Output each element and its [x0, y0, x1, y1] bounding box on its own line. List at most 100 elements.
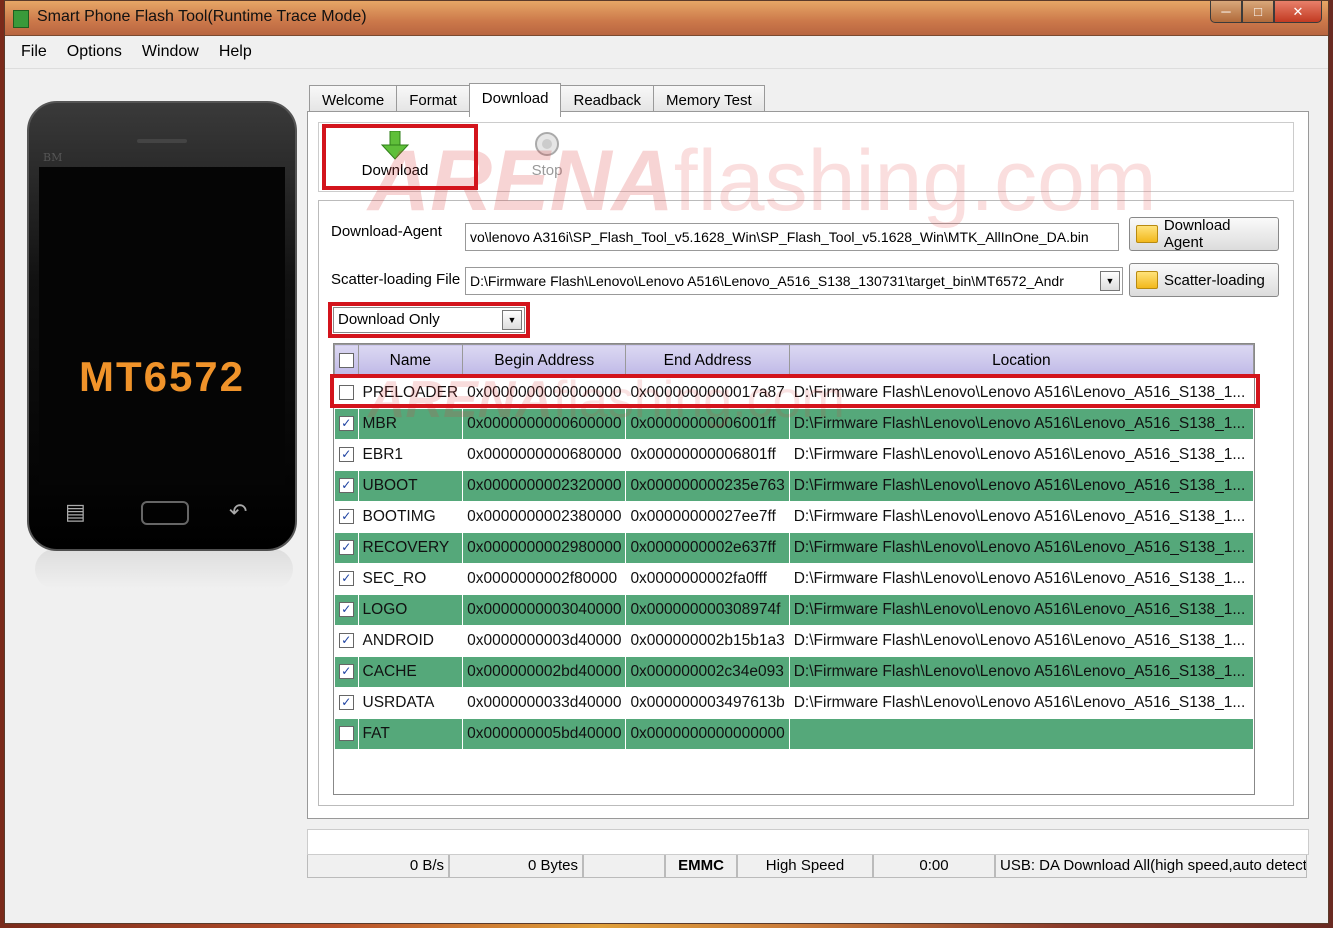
row-checkbox-cell[interactable] [334, 718, 359, 750]
download-panel: Download Stop Download-Agent vo\lenovo A… [307, 111, 1309, 819]
window-title: Smart Phone Flash Tool(Runtime Trace Mod… [37, 8, 367, 25]
download-button-highlight [322, 124, 478, 190]
table-row[interactable]: ✓ CACHE 0x000000002bd40000 0x000000002c34e0… [334, 656, 1255, 688]
partition-name: EBR1 [357, 439, 464, 471]
select-all-checkbox[interactable] [338, 353, 354, 369]
row-checkbox[interactable]: ✓ [338, 478, 354, 494]
row-checkbox-cell[interactable]: ✓ [334, 470, 359, 502]
row-checkbox-cell[interactable]: ✓ [334, 687, 359, 719]
row-checkbox-cell[interactable]: ✓ [334, 501, 359, 533]
table-row[interactable]: ✓ EBR1 0x0000000000680000 0x00000000006801f… [334, 439, 1255, 471]
table-row[interactable]: ✓ ANDROID 0x0000000003d40000 0x000000002b15… [334, 625, 1255, 657]
column-header-begin-address[interactable]: Begin Address [462, 344, 627, 378]
menu-help[interactable]: Help [209, 43, 262, 61]
home-key-icon [141, 501, 189, 525]
begin-address: 0x0000000002980000 [462, 532, 627, 564]
progress-bar [307, 829, 1309, 855]
menu-window[interactable]: Window [132, 43, 209, 61]
scatter-loading-button[interactable]: Scatter-loading [1129, 263, 1279, 297]
preloader-row-highlight [330, 374, 1260, 408]
minimize-button[interactable]: ─ [1210, 1, 1242, 23]
partition-name: RECOVERY [357, 532, 464, 564]
download-agent-button[interactable]: Download Agent [1129, 217, 1279, 251]
partition-location: D:\Firmware Flash\Lenovo\Lenovo A516\Len… [788, 625, 1255, 657]
row-checkbox-cell[interactable]: ✓ [334, 594, 359, 626]
end-address: 0x000000002c34e093 [625, 656, 790, 688]
status-spacer [583, 855, 665, 878]
partition-location: D:\Firmware Flash\Lenovo\Lenovo A516\Len… [788, 563, 1255, 595]
title-bar[interactable]: Smart Phone Flash Tool(Runtime Trace Mod… [5, 1, 1328, 36]
table-row[interactable]: ✓ LOGO 0x0000000003040000 0x000000000308974… [334, 594, 1255, 626]
row-checkbox-cell[interactable]: ✓ [334, 532, 359, 564]
column-header-end-address[interactable]: End Address [625, 344, 790, 378]
stop-icon [535, 132, 559, 156]
menu-options[interactable]: Options [57, 43, 132, 61]
row-checkbox-cell[interactable]: ✓ [334, 563, 359, 595]
phone-speaker [137, 139, 187, 143]
begin-address: 0x0000000033d40000 [462, 687, 627, 719]
row-checkbox[interactable]: ✓ [338, 602, 354, 618]
table-row[interactable]: ✓ SEC_RO 0x0000000002f80000 0x0000000002fa0… [334, 563, 1255, 595]
phone-brand: BM [43, 151, 63, 164]
status-time: 0:00 [873, 855, 995, 878]
end-address: 0x0000000002e637ff [625, 532, 790, 564]
partition-name: BOOTIMG [357, 501, 464, 533]
row-checkbox[interactable]: ✓ [338, 571, 354, 587]
phone-screen: MT6572 [39, 167, 285, 485]
end-address: 0x000000000235e763 [625, 470, 790, 502]
row-checkbox-cell[interactable]: ✓ [334, 439, 359, 471]
menu-bar: File Options Window Help [5, 36, 1328, 69]
row-checkbox[interactable]: ✓ [338, 633, 354, 649]
maximize-button[interactable]: □ [1242, 1, 1274, 23]
row-checkbox[interactable]: ✓ [338, 695, 354, 711]
column-header-location[interactable]: Location [788, 344, 1255, 378]
table-row[interactable]: ✓ USRDATA 0x0000000033d40000 0x000000003497… [334, 687, 1255, 719]
scatter-file-field[interactable]: D:\Firmware Flash\Lenovo\Lenovo A516\Len… [465, 267, 1123, 295]
partition-name: LOGO [357, 594, 464, 626]
select-all-header[interactable] [334, 344, 359, 378]
row-checkbox[interactable]: ✓ [338, 447, 354, 463]
tab-download[interactable]: Download [468, 83, 562, 117]
row-checkbox[interactable]: ✓ [338, 664, 354, 680]
chevron-down-icon[interactable]: ▼ [1100, 271, 1120, 291]
row-checkbox[interactable]: ✓ [338, 540, 354, 556]
begin-address: 0x0000000000680000 [462, 439, 627, 471]
table-header-row: Name Begin Address End Address Location [334, 344, 1255, 378]
partition-location: D:\Firmware Flash\Lenovo\Lenovo A516\Len… [788, 470, 1255, 502]
folder-icon [1136, 271, 1158, 289]
row-checkbox-cell[interactable]: ✓ [334, 408, 359, 440]
row-checkbox-cell[interactable]: ✓ [334, 625, 359, 657]
table-row[interactable]: ✓ BOOTIMG 0x0000000002380000 0x00000000027e… [334, 501, 1255, 533]
table-row[interactable]: ✓ UBOOT 0x0000000002320000 0x000000000235e7… [334, 470, 1255, 502]
row-checkbox[interactable] [338, 726, 354, 742]
close-icon: ✕ [1292, 3, 1304, 19]
partition-location: D:\Firmware Flash\Lenovo\Lenovo A516\Len… [788, 532, 1255, 564]
begin-address: 0x000000005bd40000 [462, 718, 627, 750]
close-button[interactable]: ✕ [1274, 1, 1322, 23]
row-checkbox-cell[interactable]: ✓ [334, 656, 359, 688]
stop-button[interactable]: Stop [487, 129, 607, 185]
scatter-loading-button-label: Scatter-loading [1164, 271, 1265, 289]
begin-address: 0x0000000002f80000 [462, 563, 627, 595]
status-bar: 0 B/s 0 Bytes EMMC High Speed 0:00 USB: … [307, 855, 1307, 878]
row-checkbox[interactable]: ✓ [338, 416, 354, 432]
column-header-name[interactable]: Name [357, 344, 464, 378]
end-address: 0x000000003497613b [625, 687, 790, 719]
row-checkbox[interactable]: ✓ [338, 509, 354, 525]
menu-file[interactable]: File [11, 43, 57, 61]
minimize-icon: ─ [1221, 4, 1231, 19]
table-row[interactable]: FAT 0x000000005bd40000 0x0000000000000000 [334, 718, 1255, 750]
download-agent-field[interactable]: vo\lenovo A316i\SP_Flash_Tool_v5.1628_Wi… [465, 223, 1119, 251]
table-row[interactable]: ✓ MBR 0x0000000000600000 0x00000000006001ff… [334, 408, 1255, 440]
partition-name: UBOOT [357, 470, 464, 502]
menu-key-icon: ▤ [65, 499, 86, 524]
scatter-file-label: Scatter-loading File [331, 271, 461, 288]
download-agent-label: Download-Agent [331, 223, 442, 240]
main-content: BM MT6572 ▤ ↶ Welcome Format Download Re… [5, 69, 1328, 923]
begin-address: 0x0000000000600000 [462, 408, 627, 440]
partition-location: D:\Firmware Flash\Lenovo\Lenovo A516\Len… [788, 408, 1255, 440]
table-row[interactable]: ✓ RECOVERY 0x0000000002980000 0x0000000002e… [334, 532, 1255, 564]
status-bytes: 0 Bytes [449, 855, 583, 878]
partition-location: D:\Firmware Flash\Lenovo\Lenovo A516\Len… [788, 656, 1255, 688]
stop-label: Stop [531, 162, 563, 179]
